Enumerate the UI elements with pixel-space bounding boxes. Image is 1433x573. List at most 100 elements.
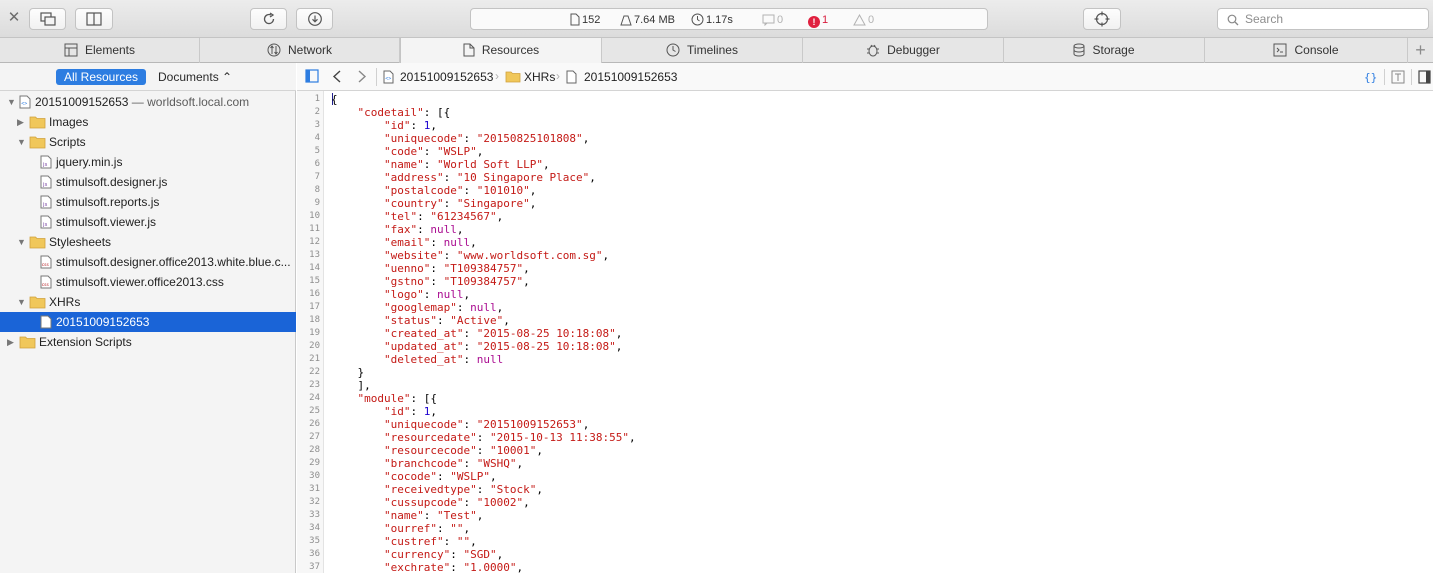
line-number: 31 (309, 484, 320, 494)
search-icon (1227, 14, 1239, 26)
code-viewer[interactable]: 1 2 3 4 5 6 7 8 9 10 11 12 13 14 15 16 17 18 19 20 21 22 23 24 2… (297, 91, 1433, 573)
svg-text:<>: <> (21, 101, 27, 107)
tree-item[interactable]: js stimulsoft.reports.js (0, 192, 296, 212)
search-placeholder: Search (1245, 12, 1284, 26)
code-line: "fax": null, (383, 223, 464, 236)
load-time[interactable]: 1.17s (691, 12, 733, 28)
tree-item[interactable]: css stimulsoft.designer.office2013.white.… (0, 252, 296, 272)
code-line: "googlemap": null, (383, 301, 504, 314)
tree-item[interactable]: ▼ Stylesheets (0, 232, 296, 252)
tree-item-text: stimulsoft.viewer.js (56, 212, 156, 232)
code-line: "codetail": [{ (357, 106, 451, 119)
line-number-gutter: 1 2 3 4 5 6 7 8 9 10 11 12 13 14 15 16 17 18 19 20 21 22 23 24 2… (297, 91, 324, 573)
code-line: "branchcode": "WSHQ", (383, 457, 524, 470)
tree-item[interactable]: css stimulsoft.viewer.office2013.css (0, 272, 296, 292)
code-line: "id": 1, (383, 405, 437, 418)
search-field[interactable]: Search (1217, 8, 1429, 30)
crosshair-icon (1094, 11, 1110, 27)
code-line: "ourref": "", (383, 522, 471, 535)
tree-item[interactable]: ▼ XHRs (0, 292, 296, 312)
split-view-button[interactable] (75, 8, 113, 30)
tab-resources[interactable]: Resources (400, 38, 602, 63)
line-number: 4 (314, 133, 320, 143)
tree-item-text: Extension Scripts (39, 332, 132, 352)
forward-arrow-icon[interactable] (357, 70, 367, 83)
tree-item-text: Scripts (49, 132, 86, 152)
line-number: 24 (309, 393, 320, 403)
tab-elements[interactable]: Elements (0, 38, 200, 63)
disclosure-closed-icon[interactable]: ▶ (7, 332, 17, 352)
inspect-element-button[interactable] (1083, 8, 1121, 30)
code-line: "status": "Active", (383, 314, 510, 327)
tree-item[interactable]: js stimulsoft.designer.js (0, 172, 296, 192)
disclosure-open-icon[interactable]: ▼ (17, 292, 27, 312)
chevron-right-icon: › (556, 69, 560, 83)
tree-item[interactable]: ▶ Extension Scripts (0, 332, 296, 352)
sidebar-scope-bar: All Resources Documents ⌃ (0, 63, 296, 91)
tree-item[interactable]: js stimulsoft.viewer.js (0, 212, 296, 232)
back-arrow-icon[interactable] (332, 70, 342, 83)
folder-icon (19, 335, 36, 355)
pretty-print-icon[interactable]: {} (1363, 70, 1377, 84)
dock-window-button[interactable] (29, 8, 66, 30)
tree-item-host: — worldsoft.local.com (128, 95, 250, 109)
line-number: 11 (309, 224, 320, 234)
scope-documents[interactable]: Documents ⌃ (150, 69, 240, 85)
disclosure-open-icon[interactable]: ▼ (7, 92, 17, 112)
line-number: 6 (314, 159, 320, 169)
code-line: "currency": "SGD", (383, 548, 504, 561)
download-button[interactable] (296, 8, 333, 30)
line-number: 29 (309, 458, 320, 468)
tree-item-text: XHRs (49, 292, 80, 312)
line-number: 2 (314, 107, 320, 117)
tree-item[interactable]: ▶ Images (0, 112, 296, 132)
toggle-sidebar-icon[interactable] (305, 69, 319, 83)
tab-timelines[interactable]: Timelines (602, 38, 803, 63)
disclosure-open-icon[interactable]: ▼ (17, 132, 27, 152)
document-icon (570, 13, 580, 26)
line-number: 28 (309, 445, 320, 455)
line-number: 19 (309, 328, 320, 338)
tab-debugger[interactable]: Debugger (803, 38, 1004, 63)
tab-storage[interactable]: Storage (1004, 38, 1205, 63)
line-number: 13 (309, 250, 320, 260)
details-sidebar-icon[interactable] (1418, 70, 1431, 84)
breadcrumb-file[interactable]: 20151009152653 (584, 70, 677, 84)
reload-button[interactable] (250, 8, 287, 30)
document-icon: <> (383, 70, 394, 84)
add-tab-icon[interactable]: + (1408, 38, 1433, 63)
nav-divider (376, 68, 377, 86)
code-line: "uenno": "T109384757", (383, 262, 530, 275)
tab-network[interactable]: Network (200, 38, 400, 63)
type-icon[interactable] (1391, 70, 1405, 84)
code-line: "id": 1, (383, 119, 437, 132)
tree-item[interactable]: 20151009152653 (0, 312, 296, 332)
resources-count[interactable]: 152 (570, 12, 600, 28)
tab-console[interactable]: Console (1205, 38, 1408, 63)
code-line: "website": "www.worldsoft.com.sg", (383, 249, 610, 262)
disclosure-open-icon[interactable]: ▼ (17, 232, 27, 252)
tree-item[interactable]: ▼ <> 20151009152653 — worldsoft.local.com (0, 92, 296, 112)
line-number: 32 (309, 497, 320, 507)
line-number: 33 (309, 510, 320, 520)
line-number: 35 (309, 536, 320, 546)
tree-item-text: stimulsoft.designer.js (56, 172, 167, 192)
tree-item[interactable]: ▼ Scripts (0, 132, 296, 152)
tree-item[interactable]: js jquery.min.js (0, 152, 296, 172)
line-number: 20 (309, 341, 320, 351)
split-view-icon (86, 12, 102, 26)
log-count[interactable]: 0 (762, 12, 783, 28)
warning-count[interactable]: 0 (853, 12, 874, 28)
breadcrumb-folder[interactable]: XHRs (524, 70, 555, 84)
activity-viewer: 152 7.64 MB 1.17s 0 ! 1 0 (470, 8, 988, 30)
resources-size[interactable]: 7.64 MB (620, 12, 675, 28)
close-icon[interactable]: ✕ (6, 10, 22, 26)
error-count[interactable]: ! 1 (808, 12, 828, 28)
code-line: "name": "World Soft LLP", (383, 158, 550, 171)
clock-icon (691, 13, 704, 26)
scope-all-resources[interactable]: All Resources (56, 69, 147, 85)
nav-divider (1384, 69, 1385, 85)
breadcrumb-document[interactable]: 20151009152653 (400, 70, 493, 84)
line-number: 9 (314, 198, 320, 208)
disclosure-closed-icon[interactable]: ▶ (17, 112, 27, 132)
